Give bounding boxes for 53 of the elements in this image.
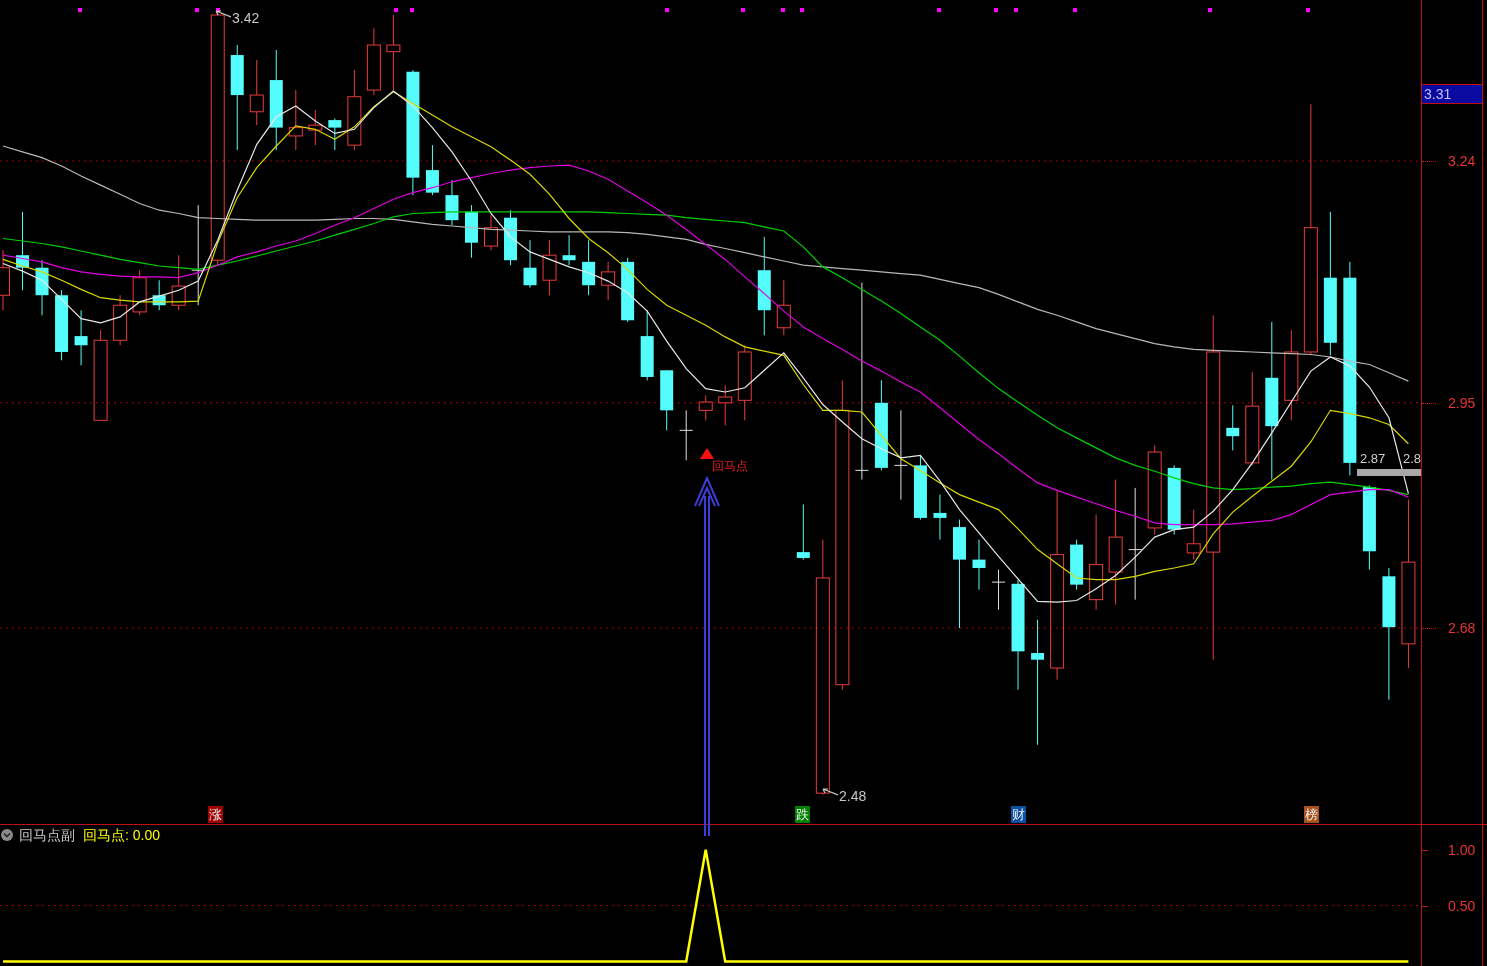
candlestick — [679, 409, 694, 461]
indicator-axis-label: 0.50 — [1448, 897, 1476, 914]
candlestick — [425, 144, 439, 196]
signal-tag: 财 — [1011, 806, 1026, 823]
price-label: 2.8 — [1403, 451, 1422, 467]
candlestick — [1128, 487, 1143, 601]
price-axis-label: 2.68 — [1448, 620, 1476, 636]
indicator-title: 回马点副 — [19, 827, 75, 843]
candlestick — [328, 117, 342, 151]
candlestick — [1108, 479, 1123, 606]
candlestick — [1401, 499, 1416, 669]
candlestick — [893, 409, 908, 501]
candlestick — [1226, 404, 1240, 451]
indicator-axis-label: 1.00 — [1448, 841, 1476, 858]
candlestick — [835, 379, 850, 691]
price-label: 2.48 — [839, 788, 867, 804]
candlestick — [796, 504, 810, 561]
candlestick — [74, 309, 88, 366]
price-axis-label: 2.95 — [1448, 394, 1476, 411]
candlestick — [1089, 514, 1104, 611]
candlestick — [601, 261, 616, 301]
triangle-marker-icon — [700, 448, 714, 459]
candlestick — [484, 214, 498, 251]
candlestick — [933, 494, 947, 541]
candlestick — [1284, 329, 1299, 421]
arrow-left-icon — [215, 10, 231, 19]
candlestick — [249, 59, 264, 126]
arrow-left-icon — [822, 788, 838, 797]
price-level-bar — [1357, 469, 1421, 476]
candlestick — [386, 14, 401, 91]
signal-label: 回马点 — [712, 459, 748, 473]
signal-tag: 榜 — [1304, 806, 1319, 823]
candlestick — [582, 239, 596, 296]
candlestick — [972, 539, 986, 591]
candlestick — [1206, 314, 1221, 661]
candlestick — [1050, 489, 1065, 681]
chevron-down-icon[interactable] — [1, 829, 13, 841]
signal-tag: 跌 — [795, 806, 810, 823]
indicator-legend: 回马点: 0.00 — [83, 827, 161, 843]
candlestick — [523, 239, 537, 289]
price-label: 2.87 — [1360, 451, 1386, 467]
candlestick — [854, 282, 869, 481]
candlestick — [288, 89, 303, 151]
candlestick — [366, 27, 381, 96]
candlestick — [542, 239, 557, 296]
candlestick — [1031, 619, 1045, 746]
signal-tag: 涨 — [208, 806, 223, 823]
price-axis-label: 3.24 — [1448, 152, 1476, 169]
current-price-tag: 3.31 — [1422, 84, 1482, 104]
candlestick — [991, 569, 1006, 611]
price-label: 3.42 — [232, 10, 260, 26]
candlestick — [562, 234, 576, 266]
candlestick — [113, 294, 128, 346]
